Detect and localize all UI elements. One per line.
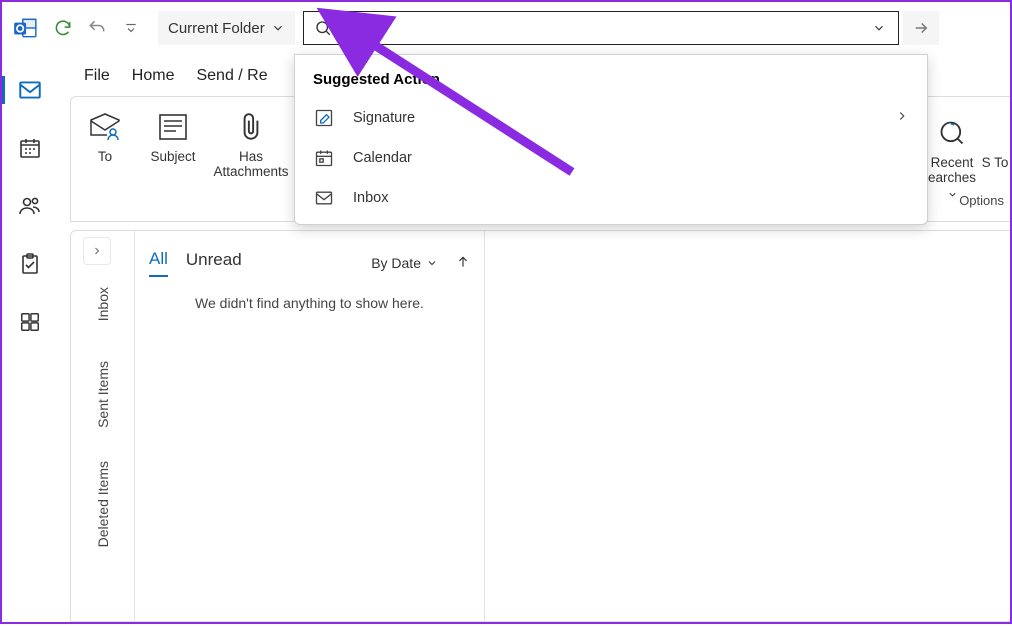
filter-unread[interactable]: Unread	[186, 250, 242, 276]
recent-searches-icon	[934, 115, 970, 151]
search-input[interactable]	[342, 12, 860, 44]
ribbon-search-tools-partial[interactable]: S To	[980, 109, 1010, 170]
suggested-signature-label: Signature	[353, 110, 415, 126]
search-scope-label: Current Folder	[168, 20, 265, 37]
search-tools-icon	[977, 115, 1012, 151]
envelope-person-icon	[87, 109, 123, 145]
ribbon-has-attachments-label: Has Attachments	[207, 149, 295, 179]
suggested-actions-header: Suggested Action	[295, 65, 927, 98]
ribbon-group-options-label: Options	[924, 193, 1010, 212]
quick-access-dropdown-icon[interactable]	[114, 11, 148, 45]
suggested-actions-panel: Suggested Action Signature Calendar Inbo…	[294, 54, 928, 225]
ribbon-has-attachments[interactable]: Has Attachments	[207, 103, 295, 221]
undo-icon[interactable]	[80, 11, 114, 45]
sort-direction-button[interactable]	[456, 254, 470, 273]
ribbon-recent-label: Recent earches	[924, 155, 980, 185]
suggested-calendar-label: Calendar	[353, 150, 412, 166]
folder-sent-items[interactable]: Sent Items	[95, 361, 111, 428]
chevron-down-icon	[426, 257, 438, 269]
subject-lines-icon	[155, 109, 191, 145]
ribbon-search-tools-label: S To	[982, 155, 1009, 170]
expand-folders-button[interactable]	[83, 237, 111, 265]
ribbon-recent-searches[interactable]: Recent earches	[924, 109, 980, 200]
search-go-button[interactable]	[903, 11, 939, 45]
search-options-dropdown[interactable]	[860, 21, 898, 35]
tab-home[interactable]: Home	[132, 67, 175, 85]
ribbon-subject-label: Subject	[150, 149, 195, 164]
rail-tasks[interactable]	[10, 246, 50, 282]
tab-file[interactable]: File	[84, 67, 110, 85]
filter-all[interactable]: All	[149, 249, 168, 277]
folder-inbox[interactable]: Inbox	[95, 287, 111, 321]
folder-deleted-items[interactable]: Deleted Items	[95, 461, 111, 547]
ribbon-to[interactable]: To	[71, 103, 139, 221]
sort-by-dropdown[interactable]: By Date	[371, 255, 438, 271]
empty-message: We didn't find anything to show here.	[149, 295, 470, 311]
suggested-signature[interactable]: Signature	[295, 98, 927, 138]
suggested-inbox-label: Inbox	[353, 190, 388, 206]
suggested-inbox[interactable]: Inbox	[295, 178, 927, 218]
calendar-icon	[313, 147, 335, 169]
search-box[interactable]	[303, 11, 899, 45]
ribbon-to-label: To	[98, 149, 112, 164]
rail-calendar[interactable]	[10, 130, 50, 166]
chevron-right-icon	[895, 109, 909, 127]
outlook-app-icon	[8, 11, 42, 45]
search-icon	[304, 19, 342, 37]
signature-icon	[313, 107, 335, 129]
chevron-down-icon	[271, 21, 285, 35]
sort-by-label: By Date	[371, 255, 421, 271]
ribbon-subject[interactable]: Subject	[139, 103, 207, 221]
mail-icon	[313, 187, 335, 209]
paperclip-icon	[233, 109, 269, 145]
suggested-calendar[interactable]: Calendar	[295, 138, 927, 178]
rail-more-apps[interactable]	[10, 304, 50, 340]
tab-send-receive[interactable]: Send / Re	[196, 67, 267, 85]
search-scope-dropdown[interactable]: Current Folder	[158, 11, 295, 45]
rail-people[interactable]	[10, 188, 50, 224]
refresh-icon[interactable]	[46, 11, 80, 45]
reading-pane	[485, 231, 1010, 621]
rail-mail[interactable]	[10, 72, 50, 108]
